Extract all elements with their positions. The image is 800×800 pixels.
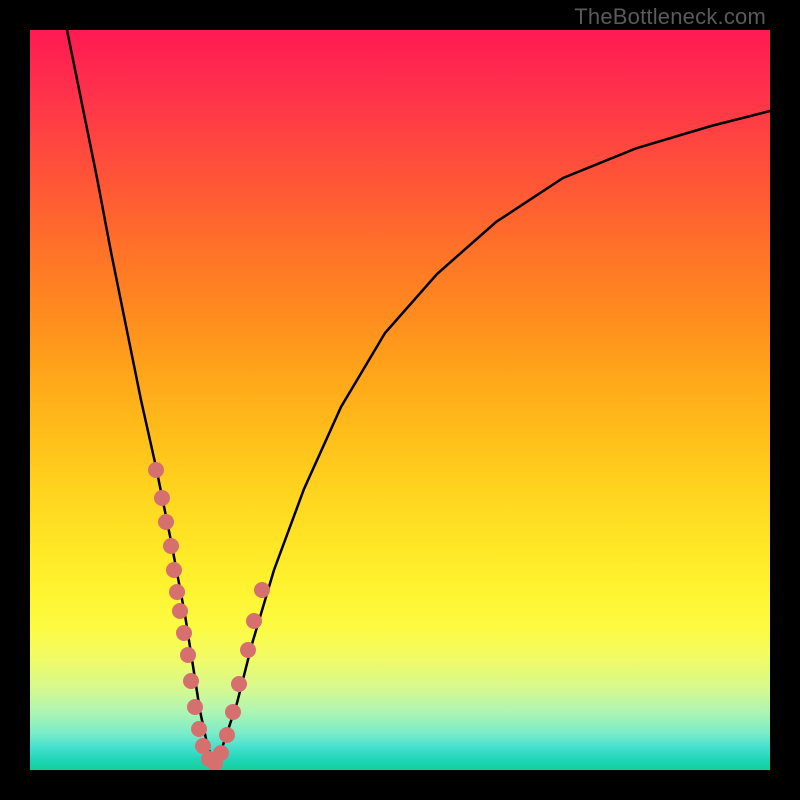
marker-dot: [148, 462, 164, 478]
marker-dot: [176, 625, 192, 641]
marker-dot: [191, 721, 207, 737]
marker-dot: [154, 490, 170, 506]
marker-dot: [219, 727, 235, 743]
marker-dot: [158, 514, 174, 530]
marker-dot: [213, 745, 229, 761]
bottleneck-curve-line: [67, 30, 770, 763]
marker-dot: [254, 582, 270, 598]
marker-dot: [183, 673, 199, 689]
marker-dot: [225, 704, 241, 720]
marker-dot: [231, 676, 247, 692]
marker-dot: [169, 584, 185, 600]
marker-dot: [163, 538, 179, 554]
marker-dot: [166, 562, 182, 578]
sample-markers-group: [148, 462, 270, 770]
marker-dot: [187, 699, 203, 715]
watermark-text: TheBottleneck.com: [574, 4, 766, 30]
marker-dot: [240, 642, 256, 658]
chart-svg: [30, 30, 770, 770]
marker-dot: [172, 603, 188, 619]
plot-area: [30, 30, 770, 770]
marker-dot: [246, 613, 262, 629]
marker-dot: [180, 647, 196, 663]
chart-frame: TheBottleneck.com: [0, 0, 800, 800]
